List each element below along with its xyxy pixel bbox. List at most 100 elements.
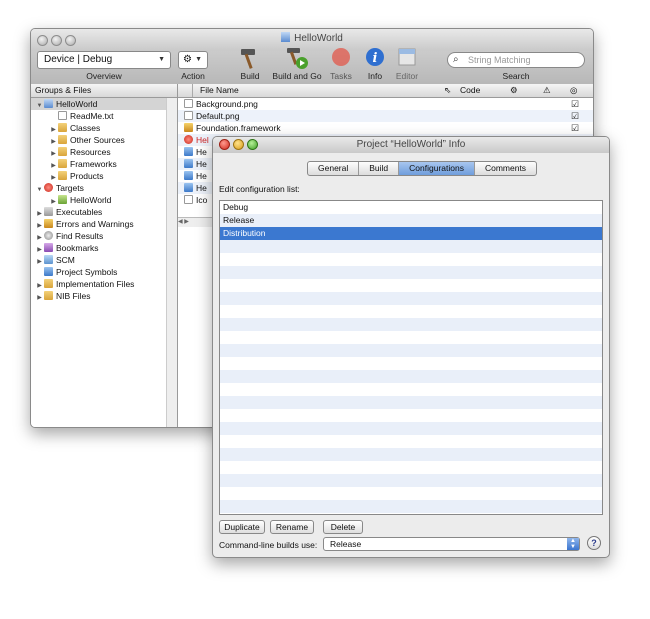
folder-icon <box>58 171 67 180</box>
file-name: He <box>196 183 207 193</box>
groups-files-pane: Groups & Files ▼ HelloWorld ReadMe.txt ▶ Cla… <box>31 84 178 427</box>
duplicate-button[interactable]: Duplicate <box>219 520 265 534</box>
tab-configurations[interactable]: Configurations <box>399 162 475 175</box>
configuration-list[interactable]: Debug Release Distribution <box>219 200 603 515</box>
info-window-titlebar[interactable]: Project “HelloWorld” Info <box>213 137 609 153</box>
target-column-icon[interactable]: ⇖ <box>444 84 451 97</box>
tree-item-label: Products <box>70 171 104 181</box>
delete-button[interactable]: Delete <box>323 520 363 534</box>
target-checkbox[interactable]: ☑ <box>571 98 579 110</box>
tree-item-products[interactable]: ▶ Products <box>31 170 167 182</box>
rename-button[interactable]: Rename <box>270 520 314 534</box>
bookmark-icon <box>44 243 53 252</box>
file-row[interactable]: Foundation.framework ☑ <box>178 122 593 134</box>
popup-arrow-icon: ▼ <box>158 56 165 63</box>
editor-button[interactable] <box>395 47 419 69</box>
file-row[interactable]: Background.png ☑ <box>178 98 593 110</box>
tree-item-label: Classes <box>70 123 101 133</box>
tree-item-label: HelloWorld <box>70 195 112 205</box>
info-label: Info <box>367 71 383 81</box>
cmdline-config-popup[interactable]: Release ▲ ▼ <box>323 537 580 551</box>
tree-item-find-results[interactable]: ▶ Find Results <box>31 230 167 242</box>
build-column-icon[interactable]: ⚙ <box>510 84 518 97</box>
tree-item-helloworld-project[interactable]: ▼ HelloWorld <box>31 98 167 110</box>
file-icon <box>184 111 193 120</box>
folder-icon <box>58 135 67 144</box>
file-name: Ico <box>196 195 208 205</box>
configuration-row-release[interactable]: Release <box>220 214 602 227</box>
gear-icon: ⚙ <box>183 54 192 65</box>
target-checkbox[interactable]: ☑ <box>571 122 579 134</box>
tree-item-executables[interactable]: ▶ Executables <box>31 206 167 218</box>
minimize-button[interactable] <box>233 139 244 150</box>
popup-arrow-icon: ▼ <box>195 56 202 63</box>
tree-item-label: Errors and Warnings <box>56 219 134 229</box>
file-name: He <box>196 159 207 169</box>
groups-files-header: Groups & Files <box>31 84 177 98</box>
file-icon <box>184 123 193 132</box>
editor-label: Editor <box>395 71 419 81</box>
zoom-button[interactable] <box>65 35 76 46</box>
tree-item-classes[interactable]: ▶ Classes <box>31 122 167 134</box>
file-name: He <box>196 171 207 181</box>
svg-text:i: i <box>373 51 378 66</box>
file-name: He <box>196 147 207 157</box>
horizontal-scrollbar[interactable]: ◀ ▶ <box>178 217 212 227</box>
disclosure-collapsed-icon[interactable]: ▶ <box>35 292 44 304</box>
search-input[interactable]: ⌕ String Matching <box>447 52 585 68</box>
help-button[interactable]: ? <box>587 536 601 550</box>
build-button[interactable] <box>234 45 266 73</box>
file-name-column[interactable]: File Name <box>200 84 239 97</box>
tree-item-scm[interactable]: ▶ SCM <box>31 254 167 266</box>
close-button[interactable] <box>37 35 48 46</box>
tree-item-resources[interactable]: ▶ Resources <box>31 146 167 158</box>
action-popup[interactable]: ⚙ ▼ <box>178 51 208 69</box>
zoom-button[interactable] <box>247 139 258 150</box>
tab-general[interactable]: General <box>308 162 360 175</box>
tree-item-nib-files[interactable]: ▶ NIB Files <box>31 290 167 302</box>
tree-item-label: Find Results <box>56 231 104 241</box>
tab-build[interactable]: Build <box>359 162 400 175</box>
project-info-window: Project “HelloWorld” Info General Build … <box>212 136 610 558</box>
code-column[interactable]: Code <box>460 84 480 97</box>
tree-item-label: Frameworks <box>70 159 117 169</box>
groups-scrollbar[interactable] <box>166 98 177 427</box>
tree-item-targets[interactable]: ▼ Targets <box>31 182 167 194</box>
tree-item-project-symbols[interactable]: Project Symbols <box>31 266 167 278</box>
tasks-label: Tasks <box>330 71 352 81</box>
tree-item-helloworld-target[interactable]: ▶ HelloWorld <box>31 194 167 206</box>
tree-item-readme[interactable]: ReadMe.txt <box>31 110 167 122</box>
file-type-column[interactable] <box>182 84 193 97</box>
file-name: Background.png <box>196 99 258 109</box>
configuration-row-debug[interactable]: Debug <box>220 201 602 214</box>
configuration-row-distribution[interactable]: Distribution <box>220 227 602 240</box>
close-button[interactable] <box>219 139 230 150</box>
tree-item-other-sources[interactable]: ▶ Other Sources <box>31 134 167 146</box>
tasks-button[interactable] <box>329 47 353 69</box>
tree-item-bookmarks[interactable]: ▶ Bookmarks <box>31 242 167 254</box>
tree-item-errors-warnings[interactable]: ▶ Errors and Warnings <box>31 218 167 230</box>
minimize-button[interactable] <box>51 35 62 46</box>
build-and-go-label: Build and Go <box>272 71 322 81</box>
overview-popup[interactable]: Device | Debug ▼ <box>37 51 171 69</box>
tab-comments[interactable]: Comments <box>475 162 536 175</box>
project-icon <box>44 99 53 108</box>
folder-icon <box>58 147 67 156</box>
build-label: Build <box>240 71 260 81</box>
executable-icon <box>44 207 53 216</box>
warnings-column-icon[interactable]: ⚠ <box>543 84 551 97</box>
stepper-arrows-icon: ▲ ▼ <box>567 538 579 550</box>
build-and-go-icon <box>287 48 308 69</box>
tree-item-implementation-files[interactable]: ▶ Implementation Files <box>31 278 167 290</box>
stop-icon <box>332 48 350 66</box>
file-row[interactable]: Default.png ☑ <box>178 110 593 122</box>
tree-item-frameworks[interactable]: ▶ Frameworks <box>31 158 167 170</box>
info-button[interactable]: i <box>363 47 387 69</box>
target-membership-column-icon[interactable]: ◎ <box>570 84 577 97</box>
tree-item-label: ReadMe.txt <box>70 111 114 121</box>
editor-icon <box>398 48 416 66</box>
hammer-icon <box>241 49 255 69</box>
target-checkbox[interactable]: ☑ <box>571 110 579 122</box>
file-name: Foundation.framework <box>196 123 281 133</box>
build-and-go-button[interactable] <box>279 45 315 73</box>
